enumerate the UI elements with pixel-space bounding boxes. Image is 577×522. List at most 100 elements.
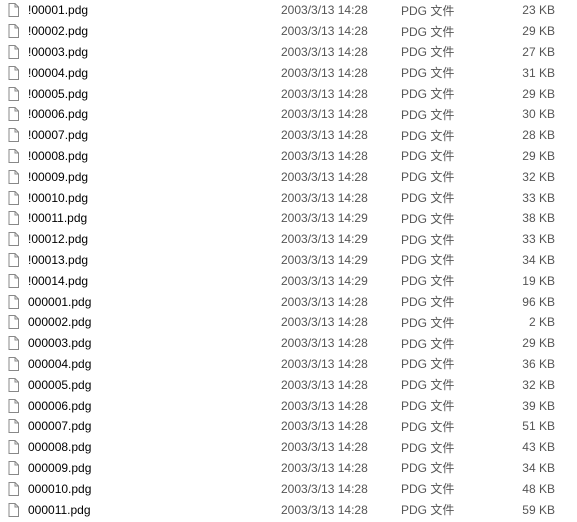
file-name: !00013.pdg — [28, 253, 88, 267]
file-name: !00011.pdg — [28, 211, 87, 225]
file-name-cell: !00008.pdg — [6, 148, 281, 164]
file-type: PDG 文件 — [401, 210, 491, 227]
file-date: 2003/3/13 14:28 — [281, 378, 401, 392]
file-icon — [6, 335, 22, 351]
file-row[interactable]: !00005.pdg2003/3/13 14:28PDG 文件29 KB — [0, 83, 577, 104]
file-date: 2003/3/13 14:29 — [281, 274, 401, 288]
file-name: 000010.pdg — [28, 482, 91, 496]
file-row[interactable]: 000002.pdg 2003/3/13 14:28PDG 文件2 KB — [0, 312, 577, 333]
file-size: 32 KB — [491, 170, 561, 184]
file-row[interactable]: 000001.pdg2003/3/13 14:28PDG 文件96 KB — [0, 291, 577, 312]
file-row[interactable]: !00014.pdg2003/3/13 14:29PDG 文件19 KB — [0, 270, 577, 291]
file-size: 23 KB — [491, 3, 561, 17]
file-icon — [6, 2, 22, 18]
file-name: 000004.pdg — [28, 357, 91, 371]
file-size: 19 KB — [491, 274, 561, 288]
file-name: 000011.pdg — [28, 503, 91, 517]
file-date: 2003/3/13 14:28 — [281, 128, 401, 142]
file-name-cell: 000010.pdg — [6, 481, 281, 497]
file-name-cell: 000004.pdg — [6, 356, 281, 372]
file-row[interactable]: !00009.pdg2003/3/13 14:28PDG 文件32 KB — [0, 166, 577, 187]
file-size: 32 KB — [491, 378, 561, 392]
file-size: 43 KB — [491, 440, 561, 454]
file-name: !00001.pdg — [28, 3, 88, 17]
file-date: 2003/3/13 14:28 — [281, 315, 401, 329]
file-row[interactable]: 000003.pdg2003/3/13 14:28PDG 文件29 KB — [0, 333, 577, 354]
file-name-cell: !00014.pdg — [6, 273, 281, 289]
file-row[interactable]: !00006.pdg2003/3/13 14:28PDG 文件30 KB — [0, 104, 577, 125]
file-type: PDG 文件 — [401, 64, 491, 81]
file-name: !00006.pdg — [28, 107, 88, 121]
file-name-cell: 000001.pdg — [6, 294, 281, 310]
file-row[interactable]: !00003.pdg2003/3/13 14:28PDG 文件27 KB — [0, 42, 577, 63]
file-row[interactable]: 000006.pdg2003/3/13 14:28PDG 文件39 KB — [0, 395, 577, 416]
file-size: 38 KB — [491, 211, 561, 225]
file-name-cell: 000003.pdg — [6, 335, 281, 351]
file-name-cell: 000009.pdg — [6, 460, 281, 476]
file-row[interactable]: !00013.pdg2003/3/13 14:29PDG 文件34 KB — [0, 250, 577, 271]
file-row[interactable]: !00010.pdg2003/3/13 14:28PDG 文件33 KB — [0, 187, 577, 208]
file-name-cell: !00004.pdg — [6, 65, 281, 81]
file-name-cell: !00012.pdg — [6, 231, 281, 247]
file-row[interactable]: !00001.pdg2003/3/13 14:28PDG 文件23 KB — [0, 0, 577, 21]
file-icon — [6, 377, 22, 393]
file-type: PDG 文件 — [401, 189, 491, 206]
file-row[interactable]: 000009.pdg2003/3/13 14:28PDG 文件34 KB — [0, 458, 577, 479]
file-icon — [6, 231, 22, 247]
file-size: 33 KB — [491, 232, 561, 246]
file-name-cell: 000008.pdg — [6, 439, 281, 455]
file-type: PDG 文件 — [401, 439, 491, 456]
file-date: 2003/3/13 14:28 — [281, 357, 401, 371]
file-date: 2003/3/13 14:28 — [281, 66, 401, 80]
file-name-cell: 000006.pdg — [6, 398, 281, 414]
file-icon — [6, 210, 22, 226]
file-icon — [6, 481, 22, 497]
file-row[interactable]: !00012.pdg2003/3/13 14:29PDG 文件33 KB — [0, 229, 577, 250]
file-row[interactable]: !00008.pdg2003/3/13 14:28PDG 文件29 KB — [0, 146, 577, 167]
file-name: !00007.pdg — [28, 128, 88, 142]
file-type: PDG 文件 — [401, 85, 491, 102]
file-date: 2003/3/13 14:29 — [281, 253, 401, 267]
file-row[interactable]: 000008.pdg2003/3/13 14:28PDG 文件43 KB — [0, 437, 577, 458]
file-name: 000002.pdg — [28, 315, 91, 329]
file-type: PDG 文件 — [401, 376, 491, 393]
file-row[interactable]: !00011.pdg 2003/3/13 14:29PDG 文件38 KB — [0, 208, 577, 229]
file-date: 2003/3/13 14:28 — [281, 149, 401, 163]
file-icon — [6, 314, 22, 330]
file-name-cell: !00011.pdg — [6, 210, 281, 226]
file-name-cell: !00006.pdg — [6, 106, 281, 122]
file-date: 2003/3/13 14:29 — [281, 232, 401, 246]
file-size: 2 KB — [491, 315, 561, 329]
file-size: 27 KB — [491, 45, 561, 59]
file-row[interactable]: !00002.pdg2003/3/13 14:28PDG 文件29 KB — [0, 21, 577, 42]
file-name-cell: !00001.pdg — [6, 2, 281, 18]
file-row[interactable]: !00004.pdg2003/3/13 14:28PDG 文件31 KB — [0, 62, 577, 83]
file-size: 29 KB — [491, 149, 561, 163]
file-icon — [6, 418, 22, 434]
file-name: !00012.pdg — [28, 232, 88, 246]
file-type: PDG 文件 — [401, 168, 491, 185]
file-row[interactable]: 000007.pdg2003/3/13 14:28PDG 文件51 KB — [0, 416, 577, 437]
file-size: 33 KB — [491, 191, 561, 205]
file-row[interactable]: 000010.pdg2003/3/13 14:28PDG 文件48 KB — [0, 478, 577, 499]
file-row[interactable]: 000011.pdg2003/3/13 14:28PDG 文件59 KB — [0, 499, 577, 520]
file-type: PDG 文件 — [401, 355, 491, 372]
file-row[interactable]: 000005.pdg2003/3/13 14:28PDG 文件32 KB — [0, 374, 577, 395]
file-date: 2003/3/13 14:28 — [281, 107, 401, 121]
file-list: !00001.pdg2003/3/13 14:28PDG 文件23 KB!000… — [0, 0, 577, 520]
file-type: PDG 文件 — [401, 314, 491, 331]
file-date: 2003/3/13 14:29 — [281, 211, 401, 225]
file-date: 2003/3/13 14:28 — [281, 191, 401, 205]
file-type: PDG 文件 — [401, 335, 491, 352]
file-name-cell: !00010.pdg — [6, 190, 281, 206]
file-type: PDG 文件 — [401, 106, 491, 123]
file-row[interactable]: 000004.pdg2003/3/13 14:28PDG 文件36 KB — [0, 354, 577, 375]
file-icon — [6, 65, 22, 81]
file-icon — [6, 273, 22, 289]
file-size: 28 KB — [491, 128, 561, 142]
file-row[interactable]: !00007.pdg2003/3/13 14:28PDG 文件28 KB — [0, 125, 577, 146]
file-name-cell: 000011.pdg — [6, 502, 281, 518]
file-date: 2003/3/13 14:28 — [281, 419, 401, 433]
file-name: !00005.pdg — [28, 87, 88, 101]
file-size: 51 KB — [491, 419, 561, 433]
